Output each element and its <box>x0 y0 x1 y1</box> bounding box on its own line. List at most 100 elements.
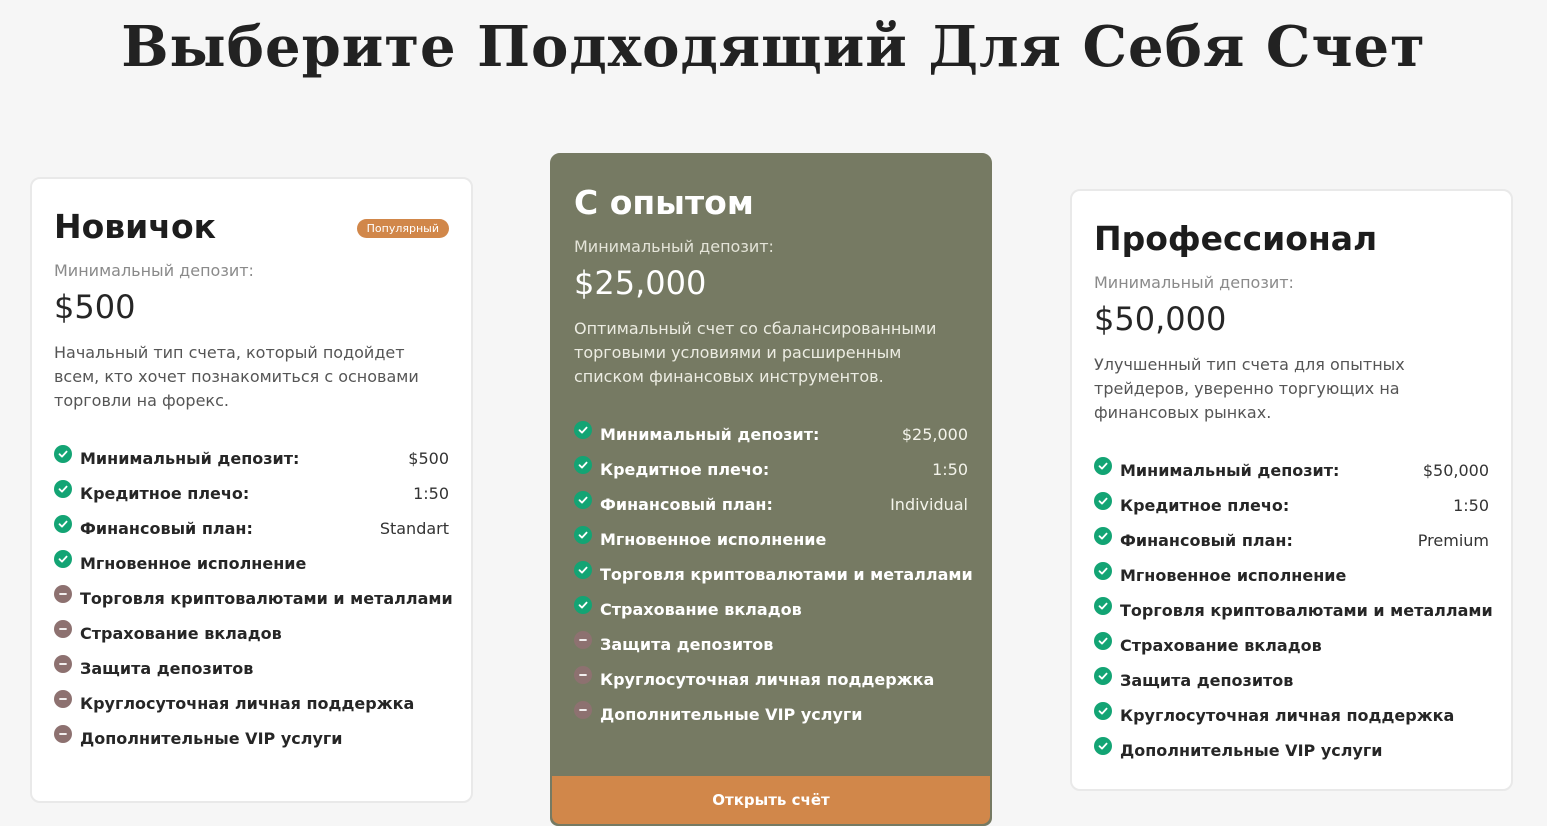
feature-label: Дополнительные VIP услуги <box>1120 741 1383 760</box>
feature-item: Кредитное плечо: 1:50 <box>54 476 449 511</box>
check-icon <box>574 525 592 544</box>
feature-item: Минимальный депозит: $25,000 <box>574 417 968 452</box>
feature-label: Защита депозитов <box>80 659 254 678</box>
open-account-button[interactable]: Открыть счёт <box>552 776 990 824</box>
feature-item: Защита депозитов <box>54 651 449 686</box>
check-icon <box>1094 631 1112 650</box>
feature-label: Страхование вкладов <box>80 624 282 643</box>
plan-description: Оптимальный счет со сбалансированными то… <box>574 319 937 386</box>
feature-value: Premium <box>1417 531 1489 550</box>
check-icon <box>1094 456 1112 475</box>
feature-label: Дополнительные VIP услуги <box>600 705 863 724</box>
feature-label: Кредитное плечо: <box>600 460 770 479</box>
feature-label: Дополнительные VIP услуги <box>80 729 343 748</box>
check-icon <box>54 514 72 533</box>
minus-icon <box>574 630 592 649</box>
feature-item: Мгновенное исполнение <box>1094 558 1489 593</box>
feature-value: $25,000 <box>901 425 968 444</box>
plan-card-professional: Профессионал Минимальный депозит: $50,00… <box>1070 189 1513 791</box>
check-icon <box>574 490 592 509</box>
feature-value: 1:50 <box>1453 496 1489 515</box>
feature-value: 1:50 <box>932 460 968 479</box>
feature-item: Минимальный депозит: $500 <box>54 441 449 476</box>
feature-item: Кредитное плечо: 1:50 <box>1094 488 1489 523</box>
feature-label: Страхование вкладов <box>600 600 802 619</box>
feature-label: Мгновенное исполнение <box>80 554 307 573</box>
check-icon <box>574 595 592 614</box>
feature-label: Страхование вкладов <box>1120 636 1322 655</box>
feature-item: Страхование вкладов <box>1094 628 1489 663</box>
feature-item: Мгновенное исполнение <box>574 522 968 557</box>
feature-label: Минимальный депозит: <box>1120 461 1340 480</box>
feature-item: Круглосуточная личная поддержка <box>574 662 968 697</box>
check-icon <box>1094 666 1112 685</box>
check-icon <box>1094 561 1112 580</box>
check-icon <box>574 560 592 579</box>
feature-list: Минимальный депозит: $25,000 Кредитное пле… <box>574 417 973 732</box>
feature-label: Торговля криптовалютами и металлами <box>600 565 973 584</box>
feature-label: Кредитное плечо: <box>1120 496 1290 515</box>
feature-label: Круглосуточная личная поддержка <box>1120 706 1455 725</box>
deposit-label: Минимальный депозит: <box>54 261 254 280</box>
feature-item: Минимальный депозит: $50,000 <box>1094 453 1489 488</box>
minus-icon <box>574 665 592 684</box>
feature-label: Круглосуточная личная поддержка <box>600 670 935 689</box>
feature-item: Страхование вкладов <box>54 616 449 651</box>
plan-card-beginner: Новичок Популярный Минимальный депозит: … <box>30 177 473 803</box>
plan-description: Улучшенный тип счета для опытных трейдер… <box>1094 355 1405 422</box>
plan-name: С опытом <box>574 183 754 222</box>
plan-name: Профессионал <box>1094 219 1378 258</box>
check-icon <box>574 420 592 439</box>
feature-label: Защита депозитов <box>600 635 774 654</box>
feature-label: Кредитное плечо: <box>80 484 250 503</box>
feature-value: $500 <box>408 449 449 468</box>
feature-label: Финансовый план: <box>1120 531 1293 550</box>
feature-item: Торговля криптовалютами и металлами <box>54 581 453 616</box>
feature-label: Минимальный депозит: <box>600 425 820 444</box>
deposit-label: Минимальный депозит: <box>574 237 774 256</box>
feature-label: Круглосуточная личная поддержка <box>80 694 415 713</box>
feature-item: Круглосуточная личная поддержка <box>54 686 449 721</box>
feature-item: Страхование вкладов <box>574 592 968 627</box>
plan-description: Начальный тип счета, который подойдет вс… <box>54 343 419 410</box>
feature-label: Финансовый план: <box>600 495 773 514</box>
feature-item: Защита депозитов <box>1094 663 1489 698</box>
minus-icon <box>54 584 72 603</box>
check-icon <box>1094 491 1112 510</box>
feature-item: Финансовый план: Premium <box>1094 523 1489 558</box>
feature-item: Защита депозитов <box>574 627 968 662</box>
check-icon <box>54 549 72 568</box>
check-icon <box>1094 736 1112 755</box>
popular-badge: Популярный <box>356 219 449 238</box>
feature-label: Защита депозитов <box>1120 671 1294 690</box>
feature-item: Торговля криптовалютами и металлами <box>1094 593 1493 628</box>
deposit-value: $25,000 <box>574 264 707 302</box>
feature-item: Мгновенное исполнение <box>54 546 449 581</box>
feature-item: Торговля криптовалютами и металлами <box>574 557 973 592</box>
feature-value: $50,000 <box>1422 461 1489 480</box>
check-icon <box>1094 526 1112 545</box>
card-header: Новичок Популярный <box>54 179 449 247</box>
feature-value: 1:50 <box>413 484 449 503</box>
feature-item: Финансовый план: Standart <box>54 511 449 546</box>
check-icon <box>1094 701 1112 720</box>
card-header: Профессионал <box>1094 191 1489 259</box>
feature-item: Дополнительные VIP услуги <box>54 721 449 756</box>
minus-icon <box>574 700 592 719</box>
feature-item: Круглосуточная личная поддержка <box>1094 698 1489 733</box>
check-icon <box>574 455 592 474</box>
feature-value: Individual <box>890 495 968 514</box>
feature-item: Дополнительные VIP услуги <box>574 697 968 732</box>
plan-card-experienced: С опытом Минимальный депозит: $25,000 Оп… <box>550 153 992 826</box>
feature-item: Финансовый план: Individual <box>574 487 968 522</box>
minus-icon <box>54 619 72 638</box>
feature-item: Дополнительные VIP услуги <box>1094 733 1489 768</box>
feature-label: Торговля криптовалютами и металлами <box>1120 601 1493 620</box>
feature-label: Мгновенное исполнение <box>1120 566 1347 585</box>
feature-label: Финансовый план: <box>80 519 253 538</box>
feature-list: Минимальный депозит: $500 Кредитное плечо:… <box>54 441 453 756</box>
deposit-label: Минимальный депозит: <box>1094 273 1294 292</box>
minus-icon <box>54 689 72 708</box>
deposit-value: $500 <box>54 288 136 326</box>
card-header: С опытом <box>574 155 968 223</box>
